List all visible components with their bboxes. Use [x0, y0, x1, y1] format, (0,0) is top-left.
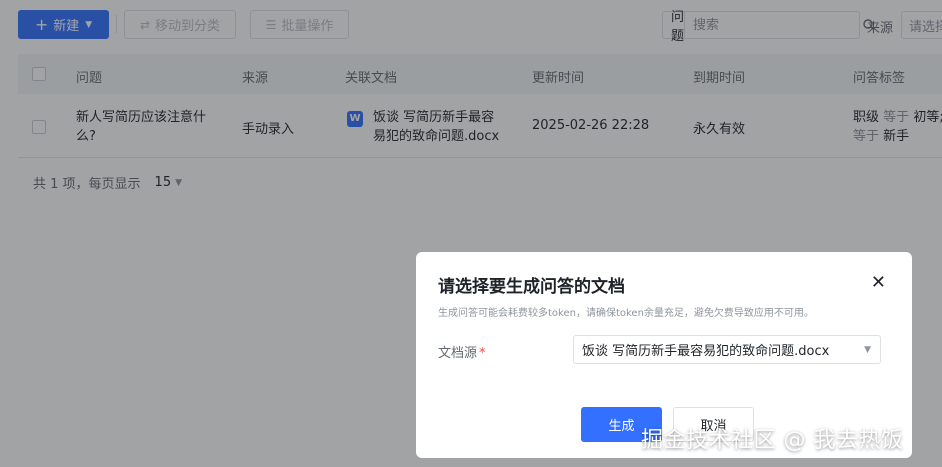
document-source-select[interactable]: 饭谈 写简历新手最容易犯的致命问题.docx ▼: [573, 335, 881, 364]
watermark: 掘金技术社区 @ 我去热饭: [641, 428, 904, 453]
required-mark: *: [479, 346, 486, 361]
selected-document: 饭谈 写简历新手最容易犯的致命问题.docx: [582, 344, 830, 359]
chevron-down-icon: ▼: [864, 345, 871, 355]
close-icon[interactable]: ✕: [871, 274, 886, 292]
dialog-subtitle: 生成问答可能会耗费较多token，请确保token余量充足，避免欠费导致应用不可…: [438, 308, 814, 319]
document-source-label-text: 文档源: [438, 346, 478, 361]
dialog-title: 请选择要生成问答的文档: [438, 277, 625, 297]
document-source-label: 文档源 *: [438, 342, 486, 361]
